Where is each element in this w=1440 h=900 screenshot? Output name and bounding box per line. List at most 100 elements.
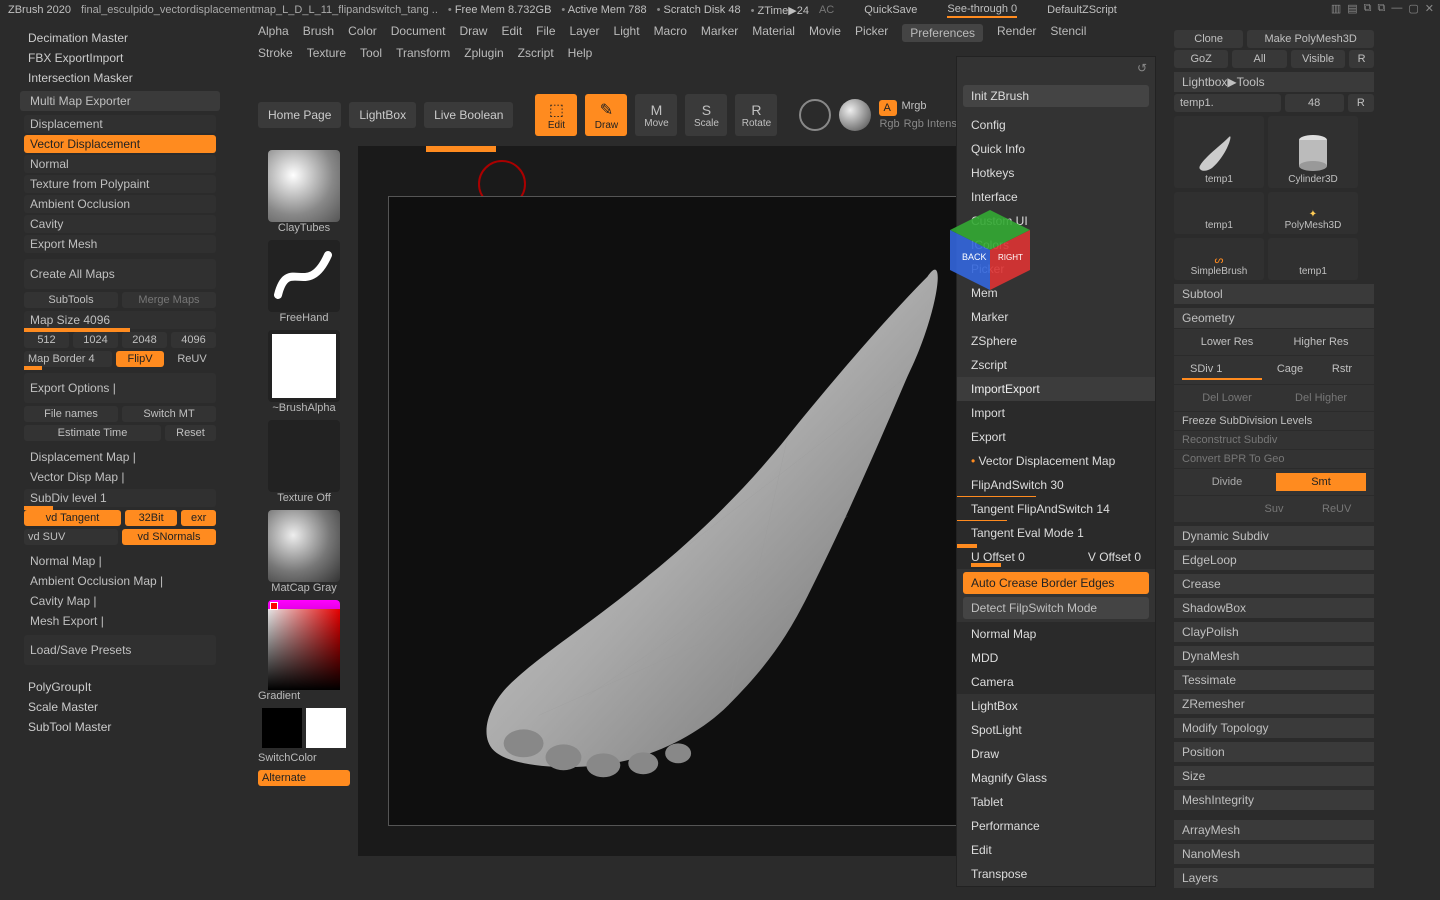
estimate-time-button[interactable]: Estimate Time	[24, 425, 161, 441]
plugin-intersection[interactable]: Intersection Masker	[20, 68, 220, 88]
reconstruct-button[interactable]: Reconstruct Subdiv	[1174, 431, 1374, 449]
size-1024[interactable]: 1024	[73, 332, 118, 348]
normal-map-section[interactable]: Normal Map |	[24, 551, 216, 571]
sec-shadowbox[interactable]: ShadowBox	[1174, 598, 1374, 618]
menu-render[interactable]: Render	[997, 24, 1036, 42]
lower-res-button[interactable]: Lower Res	[1182, 333, 1272, 351]
edit-mode-button[interactable]: ⬚Edit	[535, 94, 577, 136]
close-icon[interactable]: ✕	[1425, 2, 1434, 15]
geometry-header[interactable]: Geometry	[1174, 308, 1374, 328]
quicksave-button[interactable]: QuickSave	[864, 4, 917, 16]
tool-polymesh3d[interactable]: ✦PolyMesh3D	[1268, 192, 1358, 234]
menu-material[interactable]: Material	[752, 24, 795, 42]
mrgb-button[interactable]: Mrgb	[901, 100, 926, 116]
higher-res-button[interactable]: Higher Res	[1276, 333, 1366, 351]
sec-size[interactable]: Size	[1174, 766, 1374, 786]
pref-config[interactable]: Config	[957, 113, 1155, 137]
menu-color[interactable]: Color	[348, 24, 377, 42]
pref-transpose[interactable]: Transpose	[957, 862, 1155, 886]
pref-zsphere[interactable]: ZSphere	[957, 329, 1155, 353]
alternate-button[interactable]: Alternate	[258, 770, 350, 786]
file-names-button[interactable]: File names	[24, 406, 118, 422]
vd-tangent-button[interactable]: vd Tangent	[24, 510, 121, 526]
tangent-fas-slider[interactable]: Tangent FlipAndSwitch 14	[957, 497, 1155, 521]
color-picker[interactable]	[268, 600, 340, 690]
sec-edgeloop[interactable]: EdgeLoop	[1174, 550, 1374, 570]
lightbox-tools-header[interactable]: Lightbox▶Tools	[1174, 72, 1374, 92]
home-page-button[interactable]: Home Page	[258, 102, 341, 128]
sec-tessimate[interactable]: Tessimate	[1174, 670, 1374, 690]
alpha-swatch[interactable]	[268, 330, 340, 402]
menu-transform[interactable]: Transform	[396, 46, 450, 60]
displacement-map-section[interactable]: Displacement Map |	[24, 447, 216, 467]
menus-icon[interactable]: ▤	[1347, 2, 1357, 15]
color-secondary[interactable]	[306, 708, 346, 748]
type-normal[interactable]: Normal	[24, 155, 216, 173]
merge-maps-button[interactable]: Merge Maps	[122, 292, 216, 308]
type-cavity[interactable]: Cavity	[24, 215, 216, 233]
mesh-export-section[interactable]: Mesh Export |	[24, 611, 216, 631]
float-icon[interactable]: ⧉	[1364, 2, 1372, 15]
menu-tool[interactable]: Tool	[360, 46, 382, 60]
subtool-header[interactable]: Subtool	[1174, 284, 1374, 304]
size-2048[interactable]: 2048	[122, 332, 167, 348]
reuv-button[interactable]: ReUV	[168, 351, 216, 367]
plugin-subtool-master[interactable]: SubTool Master	[20, 717, 220, 737]
sec-claypolish[interactable]: ClayPolish	[1174, 622, 1374, 642]
menu-stencil[interactable]: Stencil	[1050, 24, 1086, 42]
pref-spotlight[interactable]: SpotLight	[957, 718, 1155, 742]
gizmo-icon[interactable]	[799, 99, 831, 131]
cavity-map-section[interactable]: Cavity Map |	[24, 591, 216, 611]
multi-map-exporter-header[interactable]: Multi Map Exporter	[20, 91, 220, 111]
del-higher-button[interactable]: Del Higher	[1276, 389, 1366, 407]
size-512[interactable]: 512	[24, 332, 69, 348]
menu-zplugin[interactable]: Zplugin	[464, 46, 503, 60]
lightbox-button[interactable]: LightBox	[349, 102, 416, 128]
tool-temp1b[interactable]: temp1	[1174, 192, 1264, 234]
del-lower-button[interactable]: Del Lower	[1182, 389, 1272, 407]
menu-layer[interactable]: Layer	[570, 24, 600, 42]
switch-mt-button[interactable]: Switch MT	[122, 406, 216, 422]
exr-button[interactable]: exr	[181, 510, 216, 526]
menu-movie[interactable]: Movie	[809, 24, 841, 42]
menu-stroke[interactable]: Stroke	[258, 46, 293, 60]
pref-quickinfo[interactable]: Quick Info	[957, 137, 1155, 161]
vector-disp-section[interactable]: Vector Disp Map |	[24, 467, 216, 487]
export-options-header[interactable]: Export Options |	[24, 373, 216, 403]
menu-brush[interactable]: Brush	[303, 24, 334, 42]
seethrough-slider[interactable]: See-through 0	[947, 3, 1017, 18]
menu-texture[interactable]: Texture	[307, 46, 346, 60]
sec-position[interactable]: Position	[1174, 742, 1374, 762]
pref-tablet[interactable]: Tablet	[957, 790, 1155, 814]
create-all-maps-button[interactable]: Create All Maps	[24, 259, 216, 289]
type-texture-polypaint[interactable]: Texture from Polypaint	[24, 175, 216, 193]
type-displacement[interactable]: Displacement	[24, 115, 216, 133]
material-icon[interactable]	[839, 99, 871, 131]
pref-hotkeys[interactable]: Hotkeys	[957, 161, 1155, 185]
menu-help[interactable]: Help	[568, 46, 593, 60]
menu-light[interactable]: Light	[614, 24, 640, 42]
size-4096[interactable]: 4096	[171, 332, 216, 348]
pref-export[interactable]: Export	[957, 425, 1155, 449]
pref-camera[interactable]: Camera	[957, 670, 1155, 694]
pref-mdd[interactable]: MDD	[957, 646, 1155, 670]
pref-vdm-header[interactable]: Vector Displacement Map	[957, 449, 1155, 473]
tool-temp1c[interactable]: temp1	[1268, 238, 1358, 280]
stroke-swatch[interactable]	[268, 240, 340, 312]
menus-icon[interactable]: ▥	[1331, 2, 1341, 15]
init-zbrush-button[interactable]: Init ZBrush	[963, 85, 1149, 107]
rstr-button[interactable]: Rstr	[1318, 360, 1366, 380]
type-export-mesh[interactable]: Export Mesh	[24, 235, 216, 253]
pref-edit[interactable]: Edit	[957, 838, 1155, 862]
vd-snormals-button[interactable]: vd SNormals	[122, 529, 216, 545]
menu-edit[interactable]: Edit	[501, 24, 522, 42]
clone-button[interactable]: Clone	[1174, 30, 1243, 48]
menu-document[interactable]: Document	[391, 24, 446, 42]
plugin-polygroupit[interactable]: PolyGroupIt	[20, 677, 220, 697]
minimize-icon[interactable]: —	[1391, 2, 1402, 15]
nav-cube[interactable]: BACK RIGHT	[940, 200, 1040, 300]
pref-draw[interactable]: Draw	[957, 742, 1155, 766]
map-border-slider[interactable]: Map Border 4	[24, 351, 112, 367]
sec-zremesher[interactable]: ZRemesher	[1174, 694, 1374, 714]
goz-button[interactable]: GoZ	[1174, 50, 1228, 68]
